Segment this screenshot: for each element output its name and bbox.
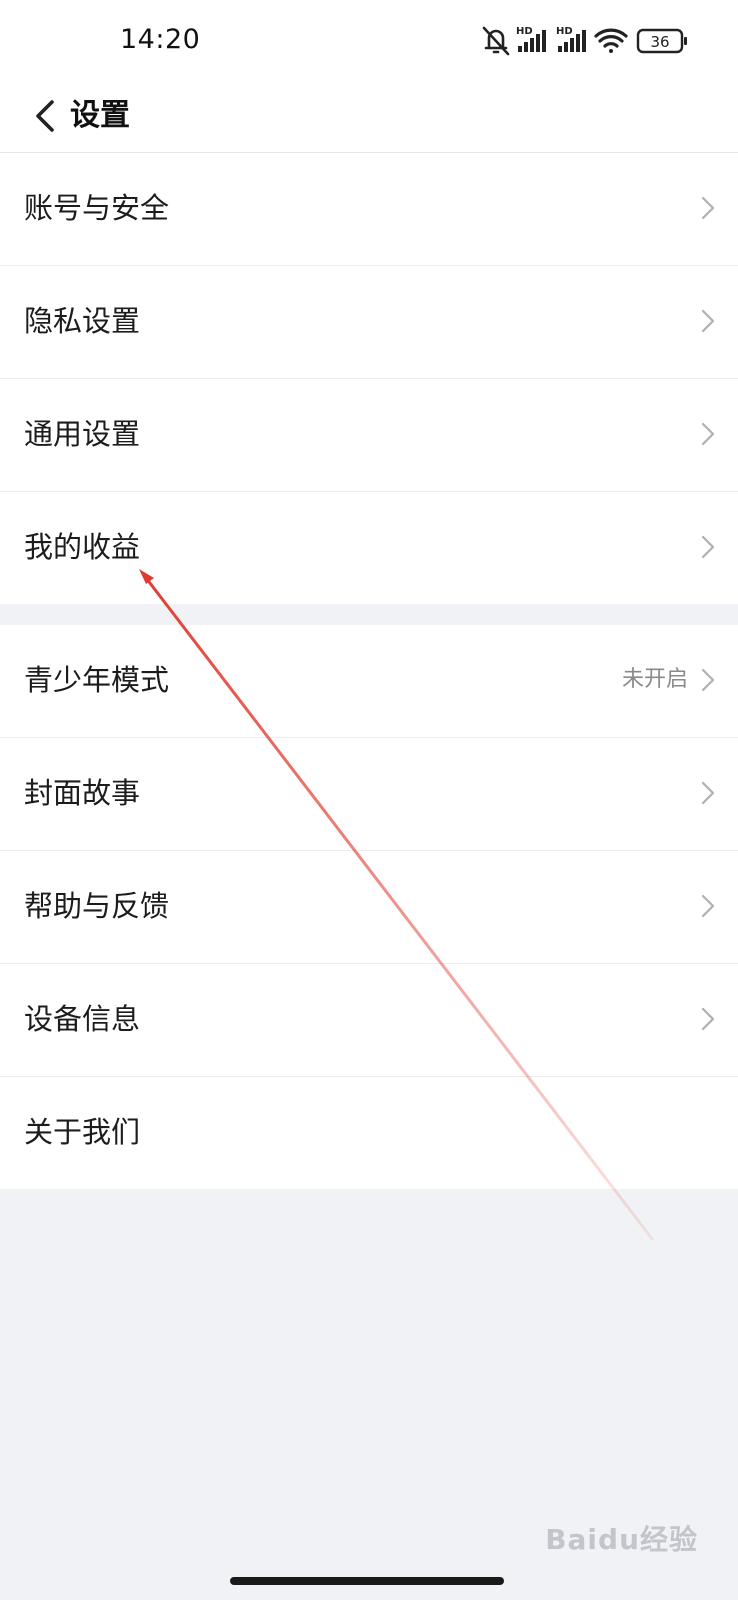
settings-row-cover-story[interactable]: 封面故事 <box>0 738 738 851</box>
row-label: 封面故事 <box>24 776 141 810</box>
settings-row-device-info[interactable]: 设备信息 <box>0 964 738 1077</box>
status-time: 14:20 <box>120 24 201 55</box>
chevron-right-icon <box>701 1007 715 1031</box>
row-label: 隐私设置 <box>24 304 141 338</box>
hd-tag: HD <box>556 26 573 37</box>
row-label: 通用设置 <box>24 417 141 451</box>
row-label: 设备信息 <box>24 1002 141 1036</box>
chevron-right-icon <box>701 781 715 805</box>
row-label: 我的收益 <box>24 530 141 564</box>
chevron-right-icon <box>701 422 715 446</box>
settings-row-help-feedback[interactable]: 帮助与反馈 <box>0 851 738 964</box>
teen-mode-status: 未开启 <box>621 667 688 692</box>
settings-row-earnings[interactable]: 我的收益 <box>0 492 738 604</box>
chevron-right-icon <box>701 309 715 333</box>
row-label: 关于我们 <box>24 1115 141 1149</box>
chevron-right-icon <box>701 894 715 918</box>
status-bar: 14:20 HD HD 36 <box>0 0 738 80</box>
signal-icon: HD <box>516 26 546 52</box>
chevron-right-icon <box>701 196 715 220</box>
chevron-right-icon <box>701 668 715 692</box>
settings-row-privacy[interactable]: 隐私设置 <box>0 266 738 379</box>
bell-muted-icon <box>482 26 510 56</box>
settings-row-about-us[interactable]: 关于我们 <box>0 1077 738 1189</box>
settings-row-account-security[interactable]: 账号与安全 <box>0 153 738 266</box>
settings-group-account: 账号与安全 隐私设置 通用设置 我的收益 <box>0 153 738 604</box>
back-button[interactable] <box>22 90 68 142</box>
chevron-left-icon <box>36 100 54 132</box>
baidu-watermark: Baidu经验 <box>545 1523 698 1556</box>
wifi-icon <box>594 28 628 53</box>
settings-group-other: 青少年模式 未开启 封面故事 帮助与反馈 设备信息 关于我们 <box>0 625 738 1189</box>
header: 设置 <box>0 80 738 153</box>
settings-row-teen-mode[interactable]: 青少年模式 未开启 <box>0 625 738 738</box>
row-label: 帮助与反馈 <box>24 889 170 923</box>
settings-row-general[interactable]: 通用设置 <box>0 379 738 492</box>
battery-level: 36 <box>650 33 669 51</box>
row-label: 账号与安全 <box>24 191 170 225</box>
row-label: 青少年模式 <box>24 663 170 697</box>
hd-tag: HD <box>516 26 533 37</box>
chevron-right-icon <box>701 535 715 559</box>
status-icons: HD HD 36 <box>482 24 702 58</box>
signal-icon: HD <box>556 26 586 52</box>
page-title: 设置 <box>70 98 130 133</box>
home-indicator[interactable] <box>230 1577 504 1585</box>
battery-icon: 36 <box>636 28 687 54</box>
